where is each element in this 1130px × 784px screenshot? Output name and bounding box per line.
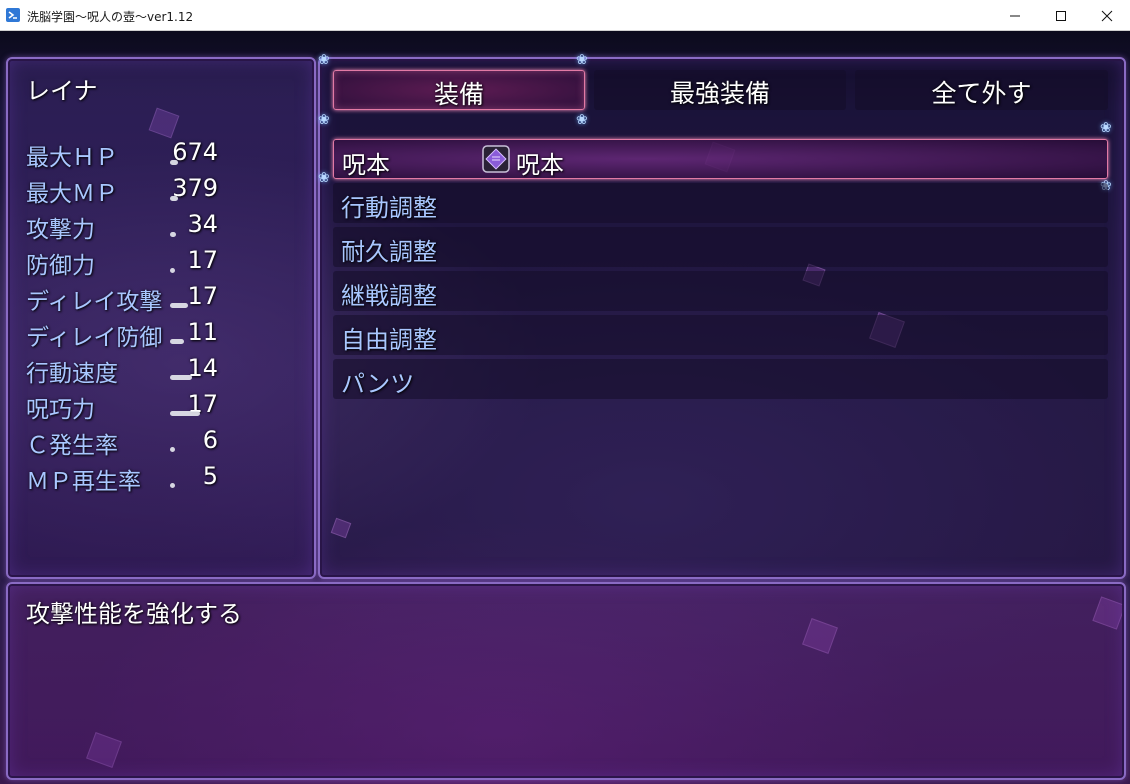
minimize-icon [1010,15,1020,17]
stat-value: 379 [172,174,218,202]
equip-slot-free-tuning[interactable]: 自由調整 [333,315,1108,355]
equipped-item-name: 呪本 [516,151,564,179]
stat-marker [170,232,176,237]
equip-slot-sustain-tuning[interactable]: 継戦調整 [333,271,1108,311]
close-icon [1101,10,1113,22]
stat-value: 34 [187,210,218,238]
stat-marker [170,303,188,308]
command-equip[interactable]: 装備 [333,70,585,110]
stat-marker [170,268,175,273]
equip-slot-spellbook[interactable]: 呪本 呪本 [333,139,1108,179]
flower-ornament-icon: ❀ [318,112,330,128]
help-text: 攻撃性能を強化する [26,600,242,628]
stat-value: 674 [172,138,218,166]
window-title: 洗脳学園～呪人の壺～ver1.12 [27,10,194,24]
slot-label: 継戦調整 [341,282,437,310]
maximize-button[interactable] [1038,0,1084,31]
stat-value: 5 [202,462,218,490]
stat-label: Ｃ発生率 [26,433,118,459]
slot-label: パンツ [341,370,415,398]
stat-label: 攻撃力 [26,217,95,243]
minimize-button[interactable] [992,0,1038,31]
stat-marker [170,339,184,344]
command-label: 最強装備 [669,79,770,108]
stat-marker [170,375,192,380]
stat-marker [170,160,178,165]
stat-label: 最大ＭＰ [26,181,118,207]
stat-value: 14 [187,354,218,382]
stat-label: ディレイ攻撃 [26,289,163,315]
stat-marker [170,196,178,201]
window-titlebar[interactable]: 洗脳学園～呪人の壺～ver1.12 [0,0,1130,31]
spellbook-icon [482,145,510,173]
actor-name: レイナ [26,77,98,105]
command-clear-all[interactable]: 全て外す [855,70,1108,110]
flower-ornament-icon: ❀ [576,112,588,128]
app-icon [6,8,20,22]
stat-marker [170,447,175,452]
equip-slot-action-tuning[interactable]: 行動調整 [333,183,1108,223]
slot-label: 自由調整 [341,326,437,354]
slot-label: 呪本 [342,151,390,179]
stat-label: ディレイ防御 [26,325,163,351]
stat-marker [170,411,200,416]
stat-label: ＭＰ再生率 [26,469,141,495]
stat-value: 6 [202,426,218,454]
stat-marker [170,483,175,488]
stat-value: 17 [187,282,218,310]
stat-label: 防御力 [26,253,95,279]
stat-value: 11 [187,318,218,346]
command-label: 装備 [433,80,484,109]
flower-ornament-icon: ❀ [576,52,588,68]
slot-label: 行動調整 [341,194,437,222]
flower-ornament-icon: ❀ [318,52,330,68]
equip-slot-endurance-tuning[interactable]: 耐久調整 [333,227,1108,267]
close-button[interactable] [1084,0,1130,31]
flower-ornament-icon: ❀ [318,170,330,186]
flower-ornament-icon: ❀ [1100,120,1112,136]
command-optimize[interactable]: 最強装備 [594,70,846,110]
equip-slot-underwear[interactable]: パンツ [333,359,1108,399]
stat-label: 最大ＨＰ [26,145,118,171]
maximize-icon [1056,11,1066,21]
command-label: 全て外す [931,79,1032,108]
slot-label: 耐久調整 [341,238,437,266]
stat-value: 17 [187,246,218,274]
stat-label: 行動速度 [26,361,118,387]
stat-label: 呪巧力 [26,397,95,423]
